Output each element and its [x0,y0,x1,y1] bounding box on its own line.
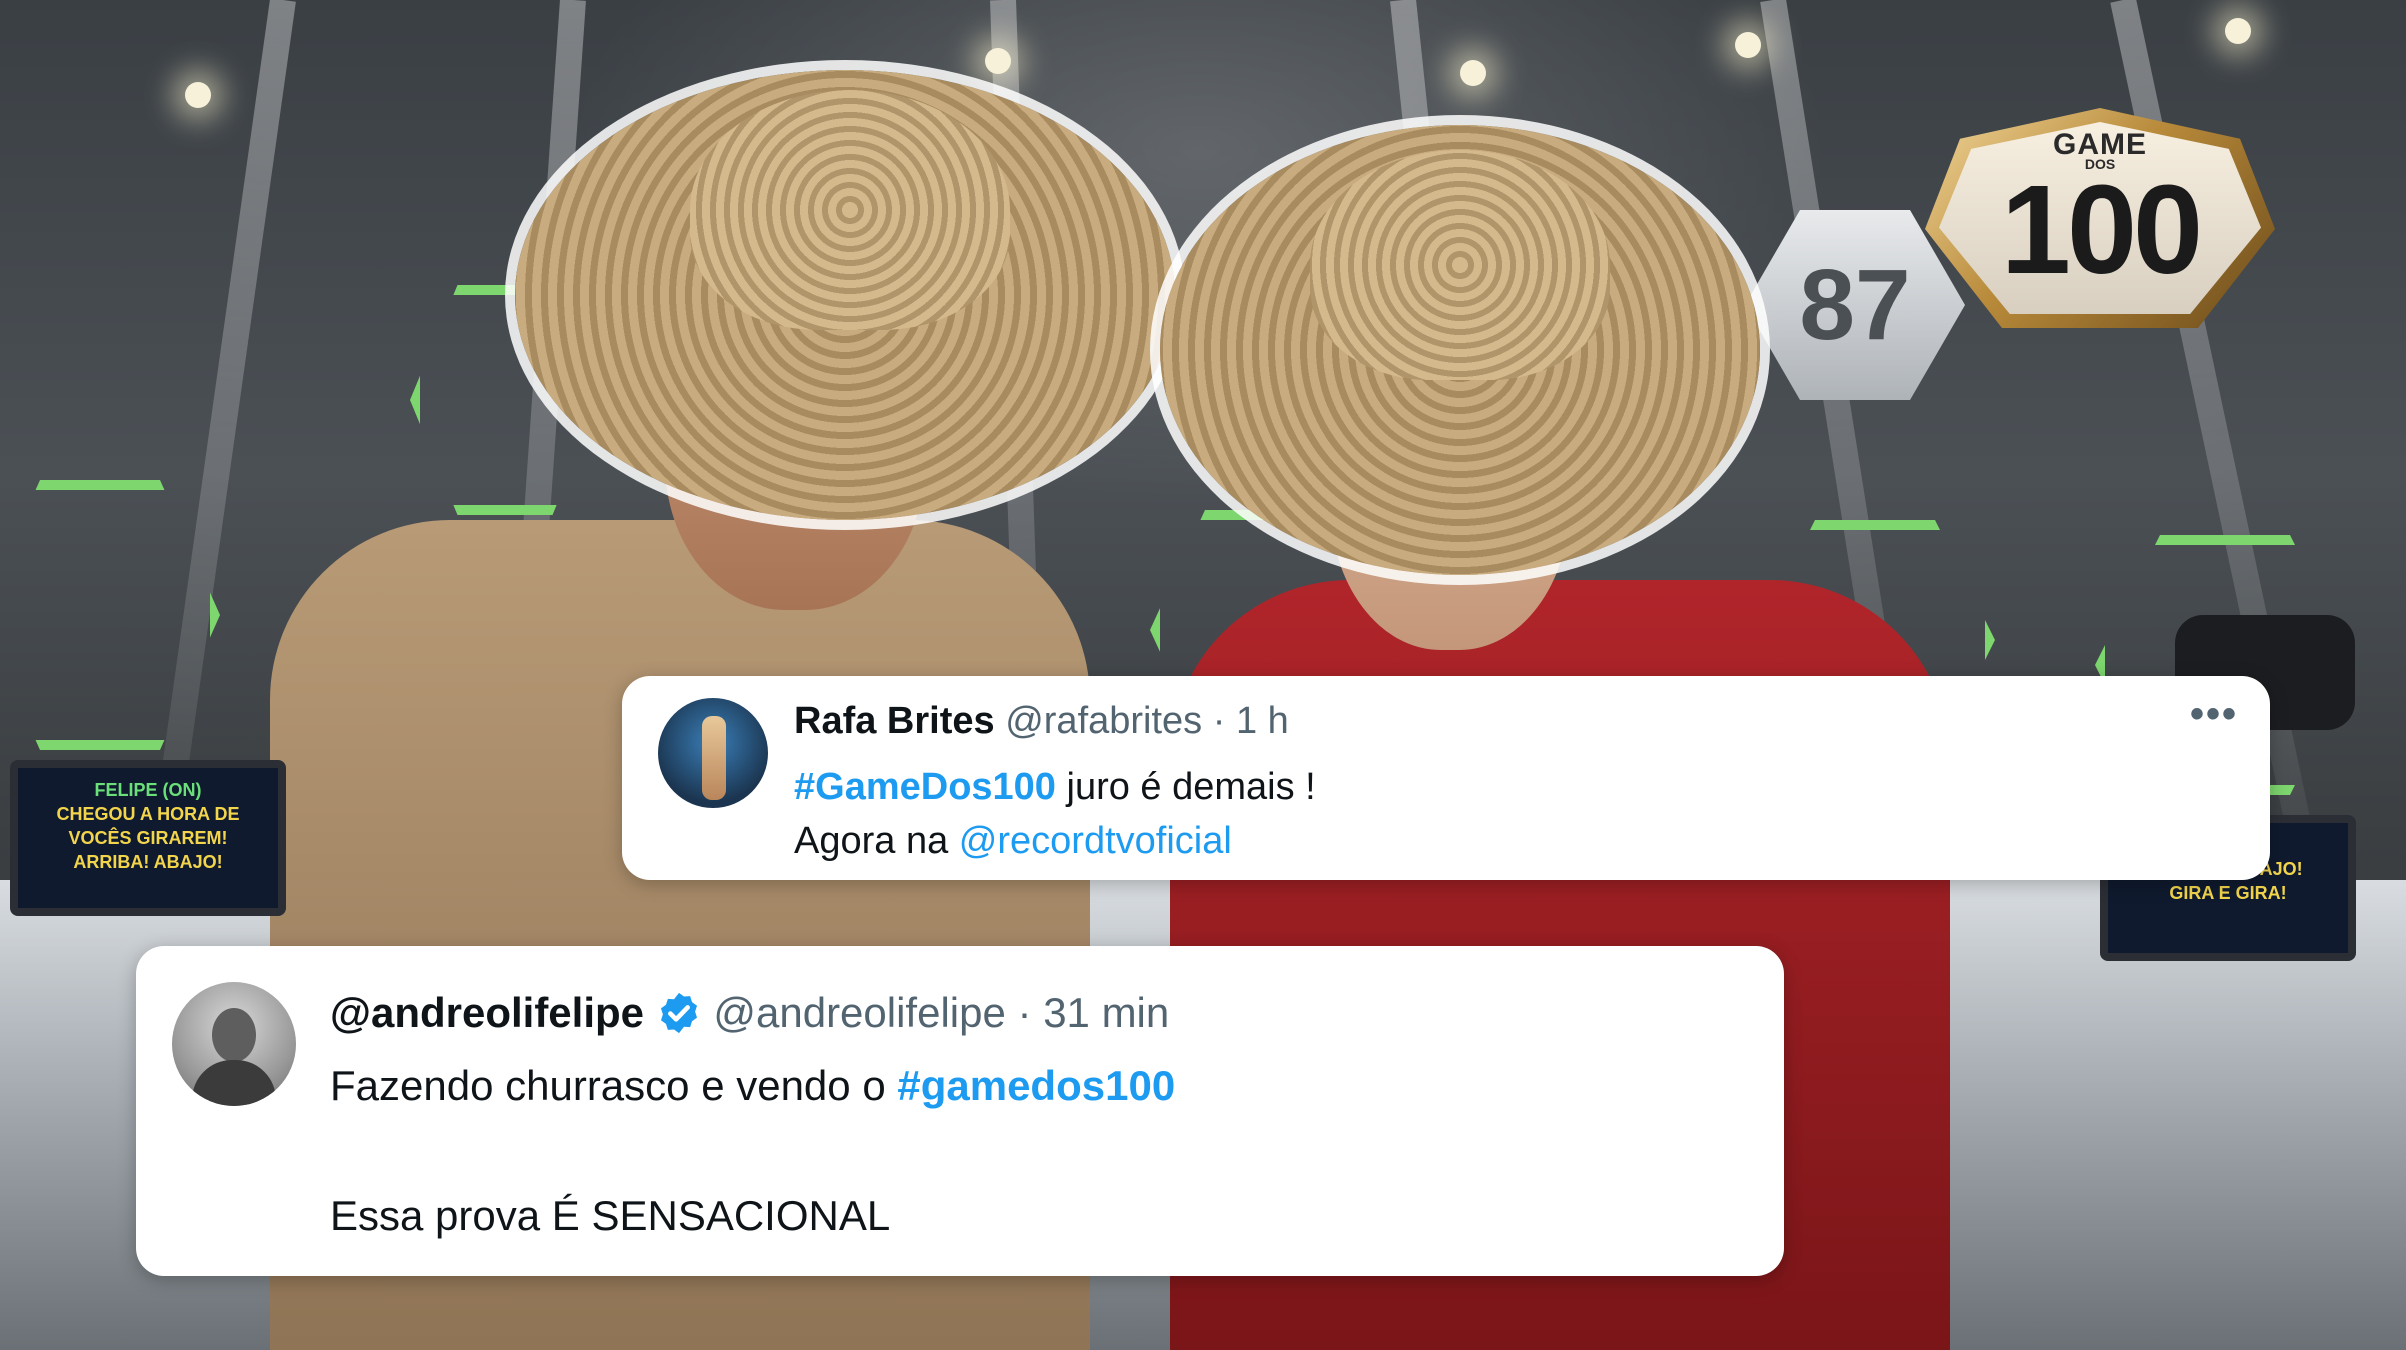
logo-number: 100 [2000,159,2203,300]
monitor-line: FELIPE (ON) [94,780,202,800]
stage-light [1460,60,1486,86]
monitor-line: VOCÊS GIRAREM! [68,828,228,848]
stage-light [2225,18,2251,44]
tweet-body: Fazendo churrasco e vendo o #gamedos100 … [330,1056,1175,1246]
hashtag-link[interactable]: #gamedos100 [897,1062,1175,1109]
separator-dot: · [1017,989,1032,1036]
mention-link[interactable]: @recordtvoficial [959,820,1232,862]
sombrero-right-crown [1310,150,1610,380]
teleprompter-left: FELIPE (ON) CHEGOU A HORA DE VOCÊS GIRAR… [10,760,286,916]
tweet-text: juro é demais ! [1055,766,1316,808]
tweet-header: @andreolifelipe @andreolifelipe · 31 min [330,988,1169,1038]
tweet-text: Fazendo churrasco e vendo o [330,1062,898,1109]
tweet-author-name[interactable]: @andreolifelipe [330,989,644,1036]
game-dos-100-logo: GAME DOS 100 [1925,108,2275,328]
sombrero-left-crown [690,90,1010,330]
tweet-line-1: #GameDos100 juro é demais ! [794,760,1316,814]
stage-light [1735,32,1761,58]
monitor-line: GIRA E GIRA! [2169,883,2287,903]
tweet-author-handle[interactable]: @rafabrites [1005,700,1202,742]
avatar-figure [702,716,726,800]
tweet-card-rafabrites[interactable]: Rafa Brites @rafabrites · 1 h ••• #GameD… [622,676,2270,880]
monitor-line: CHEGOU A HORA DE [56,804,240,824]
more-options-icon[interactable]: ••• [2190,694,2238,734]
tweet-author-handle[interactable]: @andreolifelipe [713,989,1005,1036]
tweet-line-1: Fazendo churrasco e vendo o #gamedos100 [330,1056,1175,1116]
avatar-head [212,1008,256,1062]
tweet-body: #GameDos100 juro é demais ! Agora na @re… [794,760,1316,868]
tweet-timestamp[interactable]: 31 min [1043,989,1169,1036]
tweet-text: Essa prova É SENSACIONAL [330,1192,891,1239]
tweet-card-andreolifelipe[interactable]: @andreolifelipe @andreolifelipe · 31 min… [136,946,1784,1276]
avatar-shoulders [192,1060,276,1106]
tweet-header: Rafa Brites @rafabrites · 1 h [794,698,1289,744]
tweet-author-name[interactable]: Rafa Brites [794,700,995,742]
monitor-line: ARRIBA! ABAJO! [73,852,223,872]
verified-badge-icon [660,992,697,1034]
avatar-andreolifelipe[interactable] [172,982,296,1106]
tweet-timestamp[interactable]: 1 h [1236,700,1289,742]
stage-light [985,48,1011,74]
separator-dot: · [1212,700,1226,742]
avatar-rafabrites[interactable] [658,698,768,808]
stage-light [185,82,211,108]
tweet-line-2: Agora na @recordtvoficial [794,814,1316,868]
tweet-text: Agora na [794,820,959,862]
hashtag-link[interactable]: #GameDos100 [794,766,1056,808]
